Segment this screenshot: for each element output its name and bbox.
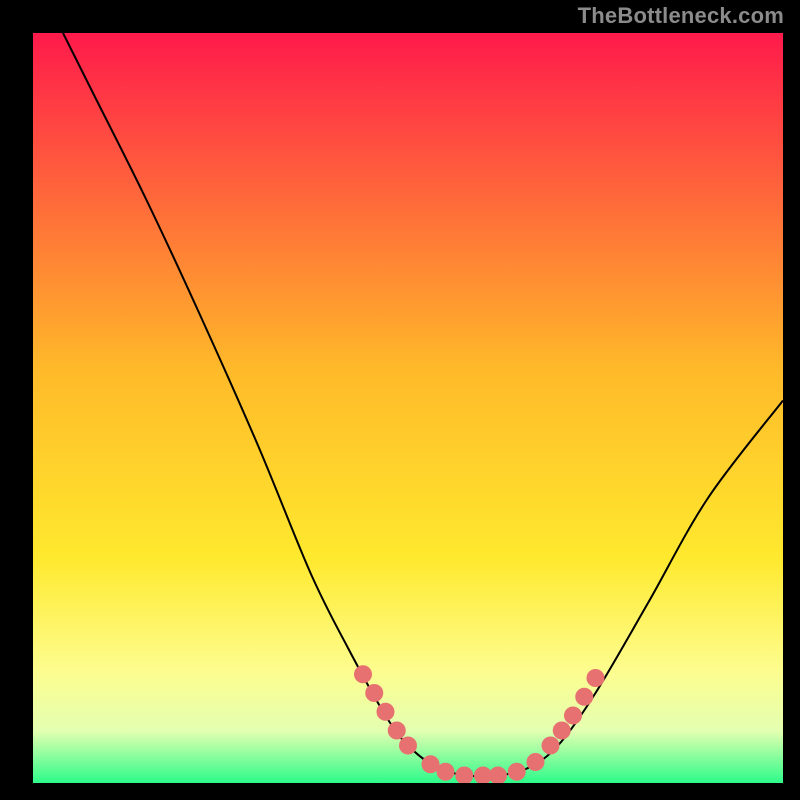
data-marker bbox=[388, 722, 406, 740]
data-marker bbox=[575, 688, 593, 706]
data-marker bbox=[542, 737, 560, 755]
data-marker bbox=[399, 737, 417, 755]
bottleneck-chart bbox=[33, 33, 783, 783]
data-marker bbox=[508, 763, 526, 781]
data-marker bbox=[354, 665, 372, 683]
data-marker bbox=[553, 722, 571, 740]
data-marker bbox=[587, 669, 605, 687]
data-marker bbox=[527, 753, 545, 771]
data-marker bbox=[437, 763, 455, 781]
data-marker bbox=[377, 703, 395, 721]
data-marker bbox=[365, 684, 383, 702]
chart-frame bbox=[33, 33, 783, 783]
chart-background bbox=[33, 33, 783, 783]
watermark-text: TheBottleneck.com bbox=[578, 3, 784, 29]
data-marker bbox=[564, 707, 582, 725]
